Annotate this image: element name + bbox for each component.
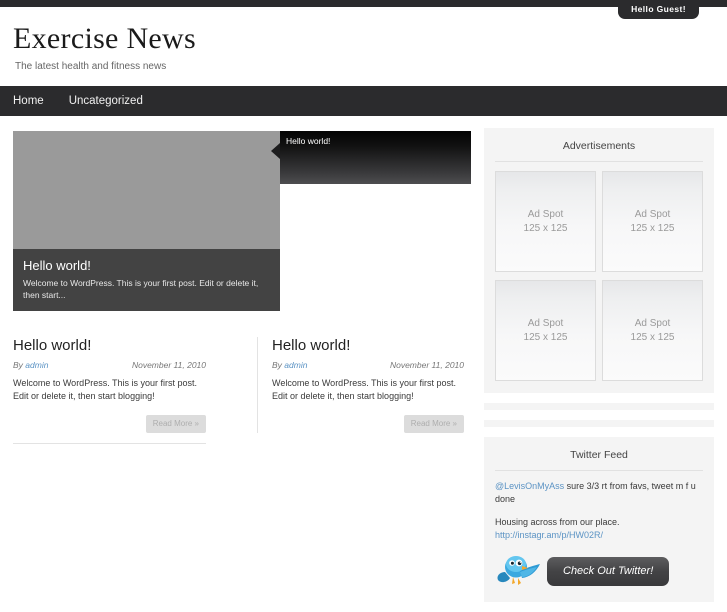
post-byline: By admin	[13, 360, 48, 370]
post-excerpt: Welcome to WordPress. This is your first…	[13, 378, 198, 401]
post-author-link[interactable]: admin	[25, 360, 48, 370]
post-meta: By admin November 11, 2010	[272, 360, 464, 370]
site-header: Exercise News The latest health and fitn…	[0, 7, 727, 86]
post-by-label: By	[13, 360, 23, 370]
ad-spot-line1: Ad Spot	[634, 317, 671, 329]
tweet-item: Housing across from our place. http://in…	[495, 516, 703, 542]
sidebar: Advertisements Ad Spot 125 x 125 Ad Spot…	[484, 128, 714, 612]
guest-greeting-tab: Hello Guest!	[618, 0, 699, 19]
post-title[interactable]: Hello world!	[13, 337, 206, 355]
post-author-link[interactable]: admin	[284, 360, 307, 370]
read-more-wrap: Read More »	[272, 415, 464, 433]
main-content-column: Hello world! Welcome to WordPress. This …	[13, 131, 471, 444]
widget-empty	[484, 403, 714, 410]
ad-spot[interactable]: Ad Spot 125 x 125	[495, 280, 596, 381]
featured-slider: Hello world! Welcome to WordPress. This …	[13, 131, 471, 311]
post-item: Hello world! By admin November 11, 2010 …	[13, 337, 220, 444]
post-byline: By admin	[272, 360, 307, 370]
ad-spot-line1: Ad Spot	[527, 317, 564, 329]
ad-spot-line2: 125 x 125	[523, 222, 568, 234]
check-out-twitter-button[interactable]: Check Out Twitter!	[547, 556, 670, 586]
read-more-wrap: Read More »	[13, 415, 206, 433]
twitter-footer: Check Out Twitter!	[495, 552, 703, 590]
ad-spot-line2: 125 x 125	[523, 331, 568, 343]
tweet-item: @LevisOnMyAss sure 3/3 rt from favs, twe…	[495, 480, 703, 506]
nav-list: Home Uncategorized	[0, 86, 727, 116]
nav-item-home[interactable]: Home	[13, 86, 44, 116]
ad-spot-line2: 125 x 125	[630, 222, 675, 234]
ad-grid: Ad Spot 125 x 125 Ad Spot 125 x 125 Ad S…	[495, 171, 703, 381]
site-tagline: The latest health and fitness news	[15, 61, 167, 72]
primary-navigation: Home Uncategorized	[0, 86, 727, 116]
widget-title: Advertisements	[495, 140, 703, 162]
ad-spot[interactable]: Ad Spot 125 x 125	[495, 171, 596, 272]
post-excerpt: Welcome to WordPress. This is your first…	[272, 378, 457, 401]
post-date: November 11, 2010	[131, 360, 206, 370]
page-body: Hello world! Welcome to WordPress. This …	[0, 116, 727, 602]
widget-empty	[484, 420, 714, 427]
tweet-link[interactable]: http://instagr.am/p/HW02R/	[495, 530, 603, 540]
site-title[interactable]: Exercise News	[13, 21, 727, 57]
ad-spot[interactable]: Ad Spot 125 x 125	[602, 280, 703, 381]
posts-row: Hello world! By admin November 11, 2010 …	[13, 337, 471, 444]
tweet-handle[interactable]: @LevisOnMyAss	[495, 481, 564, 491]
ad-spot-line1: Ad Spot	[527, 208, 564, 220]
nav-item-uncategorized[interactable]: Uncategorized	[69, 86, 143, 116]
ad-spot-line2: 125 x 125	[630, 331, 675, 343]
post-by-label: By	[272, 360, 282, 370]
widget-advertisements: Advertisements Ad Spot 125 x 125 Ad Spot…	[484, 128, 714, 393]
slide-caption-title: Hello world!	[23, 258, 91, 273]
twitter-bird-icon	[497, 556, 540, 585]
slider-tab-item-0[interactable]: Hello world!	[280, 131, 471, 147]
read-more-button[interactable]: Read More »	[403, 415, 464, 433]
tweet-text: Housing across from our place.	[495, 517, 620, 527]
post-date: November 11, 2010	[389, 360, 464, 370]
widget-twitter-feed: Twitter Feed @LevisOnMyAss sure 3/3 rt f…	[484, 437, 714, 602]
ad-spot[interactable]: Ad Spot 125 x 125	[602, 171, 703, 272]
post-meta: By admin November 11, 2010	[13, 360, 206, 370]
slider-tab-arrow-icon	[271, 143, 280, 159]
ad-spot-line1: Ad Spot	[634, 208, 671, 220]
slider-tab-panel[interactable]: Hello world!	[271, 131, 471, 184]
post-item: Hello world! By admin November 11, 2010 …	[257, 337, 464, 433]
widget-title: Twitter Feed	[495, 449, 703, 471]
slide-caption: Hello world! Welcome to WordPress. This …	[13, 249, 280, 311]
post-title[interactable]: Hello world!	[272, 337, 464, 355]
read-more-button[interactable]: Read More »	[145, 415, 206, 433]
post-divider	[13, 443, 206, 444]
slide-image-wrap[interactable]: Hello world! Welcome to WordPress. This …	[13, 131, 280, 311]
slide-caption-text: Welcome to WordPress. This is your first…	[23, 278, 259, 300]
